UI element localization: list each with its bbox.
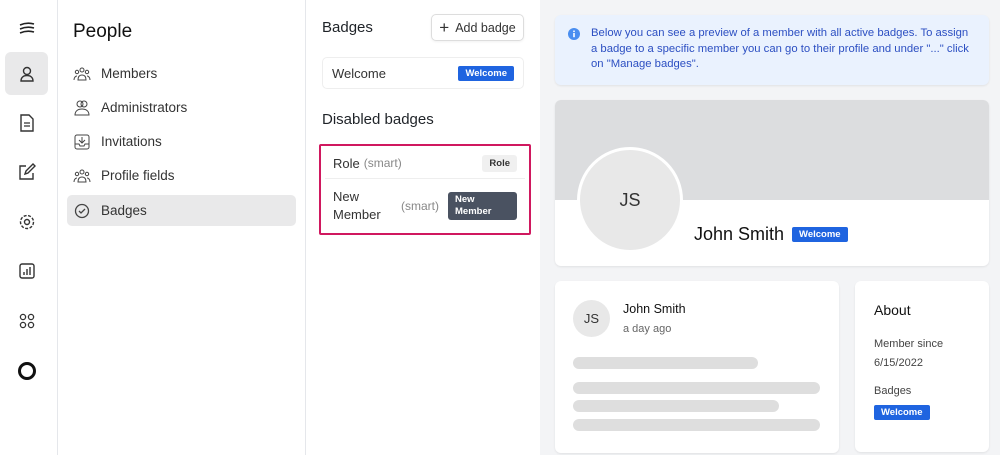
profile-fields-icon xyxy=(73,169,91,182)
about-card: About Member since 6/15/2022 Badges Welc… xyxy=(855,281,989,452)
smart-tag: (smart) xyxy=(363,156,402,170)
sidebar-item-label: Invitations xyxy=(101,134,162,149)
placeholder-line xyxy=(573,382,820,394)
people-sidebar: People Members Administrators Invitation… xyxy=(58,0,306,455)
add-badge-label: Add badge xyxy=(455,20,516,35)
badge-row-welcome[interactable]: Welcome Welcome xyxy=(322,57,524,89)
person-icon[interactable] xyxy=(5,52,48,95)
about-title: About xyxy=(874,302,911,318)
badge-pill: Welcome xyxy=(458,65,514,81)
badges-panel: Badges + Add badge Welcome Welcome Disable… xyxy=(306,0,540,455)
post-card: JS John Smith a day ago xyxy=(555,281,839,453)
members-icon xyxy=(73,67,91,80)
sidebar-item-label: Administrators xyxy=(101,100,188,115)
administrators-icon xyxy=(74,100,90,115)
gear-icon[interactable] xyxy=(5,200,48,243)
sidebar-item-administrators[interactable]: Administrators xyxy=(67,92,296,123)
badge-row-role[interactable]: Role (smart) Role xyxy=(325,148,525,179)
circle-logo-icon[interactable] xyxy=(5,349,48,392)
badge-pill: Welcome xyxy=(874,405,930,420)
sidebar-item-members[interactable]: Members xyxy=(67,58,296,89)
member-since-value: 6/15/2022 xyxy=(874,357,923,369)
placeholder-line xyxy=(573,419,820,431)
post-avatar: JS xyxy=(573,300,610,337)
badge-row-new-member[interactable]: New Member (smart) New Member xyxy=(325,183,525,229)
sidebar-item-label: Profile fields xyxy=(101,168,175,183)
check-circle-icon xyxy=(74,203,90,218)
sidebar-item-invitations[interactable]: Invitations xyxy=(67,126,296,157)
badge-pill: Role xyxy=(482,154,517,172)
post-author: John Smith xyxy=(623,302,686,316)
badge-name: New Member xyxy=(333,189,381,222)
disabled-badges-title: Disabled badges xyxy=(322,111,434,128)
menu-icon[interactable] xyxy=(5,7,48,50)
preview-panel: Below you can see a preview of a member … xyxy=(540,0,1000,455)
badge-name: Welcome xyxy=(332,65,386,81)
sidebar-item-badges[interactable]: Badges xyxy=(67,195,296,226)
inbox-download-icon xyxy=(74,134,90,149)
edit-icon[interactable] xyxy=(5,150,48,193)
info-banner: Below you can see a preview of a member … xyxy=(555,15,989,85)
chart-icon[interactable] xyxy=(5,249,48,292)
plus-icon: + xyxy=(439,17,450,37)
avatar: JS xyxy=(577,147,683,253)
sidebar-item-label: Members xyxy=(101,66,158,81)
document-icon[interactable] xyxy=(5,101,48,144)
smart-tag: (smart) xyxy=(401,199,439,213)
add-badge-button[interactable]: + Add badge xyxy=(431,14,524,41)
info-text: Below you can see a preview of a member … xyxy=(591,27,969,70)
badge-pill: Welcome xyxy=(792,227,848,242)
badges-title: Badges xyxy=(322,19,373,36)
profile-name: John Smith xyxy=(694,224,785,244)
member-since-label: Member since xyxy=(874,338,944,350)
badge-name: Role xyxy=(333,155,360,171)
placeholder-line xyxy=(573,400,779,412)
post-time: a day ago xyxy=(623,323,672,335)
profile-card: JS John Smith Welcome xyxy=(555,100,989,266)
about-badges-label: Badges xyxy=(874,385,912,397)
info-icon xyxy=(568,28,580,40)
sidebar-title: People xyxy=(73,21,133,42)
profile-name-row: John Smith Welcome xyxy=(694,224,848,245)
sidebar-item-label: Badges xyxy=(101,203,147,218)
placeholder-line xyxy=(573,357,758,369)
disabled-badges-highlight: Role (smart) Role New Member (smart) New Mem… xyxy=(319,144,531,235)
sidebar-item-profile-fields[interactable]: Profile fields xyxy=(67,160,296,191)
icon-rail xyxy=(0,0,58,455)
apps-icon[interactable] xyxy=(5,299,48,342)
badge-pill: New Member xyxy=(448,192,517,220)
